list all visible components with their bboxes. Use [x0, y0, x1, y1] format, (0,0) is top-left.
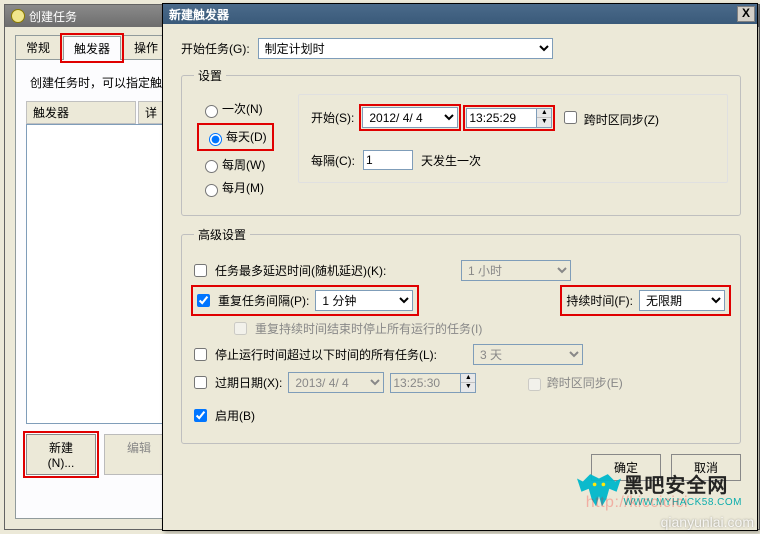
spin-up-icon[interactable]: ▲ — [537, 109, 551, 118]
every-suffix: 天发生一次 — [421, 152, 481, 169]
every-input[interactable] — [363, 150, 413, 170]
repeat-checkbox[interactable] — [197, 294, 210, 307]
sync-tz[interactable]: 跨时区同步(Z) — [560, 108, 659, 128]
col-detail[interactable]: 详 — [138, 101, 164, 124]
col-trigger[interactable]: 触发器 — [26, 101, 136, 124]
expire-tz: 跨时区同步(E) — [528, 374, 622, 391]
tab-triggers[interactable]: 触发器 — [63, 36, 121, 60]
expire-label: 过期日期(X): — [215, 374, 282, 391]
start-label: 开始(S): — [311, 109, 354, 126]
settings-group: 设置 一次(N) 每天(D) 每周(W) 每月(M) 开始(S): 2012/ … — [181, 67, 741, 216]
repeat-select[interactable]: 1 分钟 — [315, 290, 413, 311]
expire-date: 2013/ 4/ 4 — [288, 372, 384, 393]
spin-down-icon[interactable]: ▼ — [537, 118, 551, 127]
start-time[interactable] — [466, 108, 536, 128]
every-label: 每隔(C): — [311, 152, 355, 169]
start-time-spinner[interactable]: ▲▼ — [466, 108, 552, 128]
advanced-legend: 高级设置 — [194, 226, 250, 243]
list-header: 触发器 详 — [26, 101, 166, 124]
new-trigger-dialog: 新建触发器 X 开始任务(G): 制定计划时 设置 一次(N) 每天(D) 每周… — [162, 3, 758, 531]
dialog-title: 新建触发器 — [169, 6, 229, 23]
begin-task-label: 开始任务(G): — [181, 40, 250, 57]
close-button[interactable]: X — [737, 6, 755, 22]
stop-after-select: 3 天 — [473, 344, 583, 365]
freq-daily[interactable]: 每天(D) — [204, 128, 267, 146]
freq-monthly[interactable]: 每月(M) — [200, 179, 294, 197]
freq-once[interactable]: 一次(N) — [200, 100, 294, 118]
advanced-group: 高级设置 任务最多延迟时间(随机延迟)(K): 1 小时 重复任务间隔(P): … — [181, 226, 741, 444]
dialog-titlebar: 新建触发器 X — [163, 4, 757, 24]
back-title-text: 创建任务 — [29, 8, 77, 25]
stop-repeat-label: 重复持续时间结束时停止所有运行的任务(I) — [255, 320, 482, 337]
expire-time-spinner: ▲▼ — [390, 373, 476, 393]
stop-repeat-checkbox — [234, 322, 247, 335]
watermark-url: http://kiccicici — [586, 494, 688, 512]
delay-checkbox[interactable] — [194, 264, 207, 277]
clock-icon — [11, 9, 25, 23]
start-date[interactable]: 2012/ 4/ 4 — [362, 107, 458, 128]
stop-after-label: 停止运行时间超过以下时间的所有任务(L): — [215, 346, 467, 363]
repeat-label: 重复任务间隔(P): — [218, 292, 309, 309]
freq-weekly[interactable]: 每周(W) — [200, 156, 294, 174]
watermark: qianyunlai.com — [661, 514, 754, 530]
spin-up-icon: ▲ — [461, 374, 475, 383]
tab-general[interactable]: 常规 — [15, 35, 61, 59]
spin-down-icon: ▼ — [461, 383, 475, 392]
duration-label: 持续时间(F): — [566, 292, 633, 309]
enabled-label: 启用(B) — [215, 407, 255, 424]
expire-time — [390, 373, 460, 393]
expire-checkbox[interactable] — [194, 376, 207, 389]
frequency-options: 一次(N) 每天(D) 每周(W) 每月(M) — [194, 94, 294, 203]
trigger-list[interactable] — [26, 124, 166, 424]
start-panel: 开始(S): 2012/ 4/ 4 ▲▼ 跨时区同步(Z) 每隔(C): 天发生… — [298, 94, 728, 183]
stop-after-checkbox[interactable] — [194, 348, 207, 361]
begin-task-select[interactable]: 制定计划时 — [258, 38, 553, 59]
delay-label: 任务最多延迟时间(随机延迟)(K): — [215, 262, 455, 279]
settings-legend: 设置 — [194, 67, 226, 84]
duration-select[interactable]: 无限期 — [639, 290, 725, 311]
delay-select: 1 小时 — [461, 260, 571, 281]
enabled-checkbox[interactable] — [194, 409, 207, 422]
new-button[interactable]: 新建(N)... — [26, 434, 96, 475]
